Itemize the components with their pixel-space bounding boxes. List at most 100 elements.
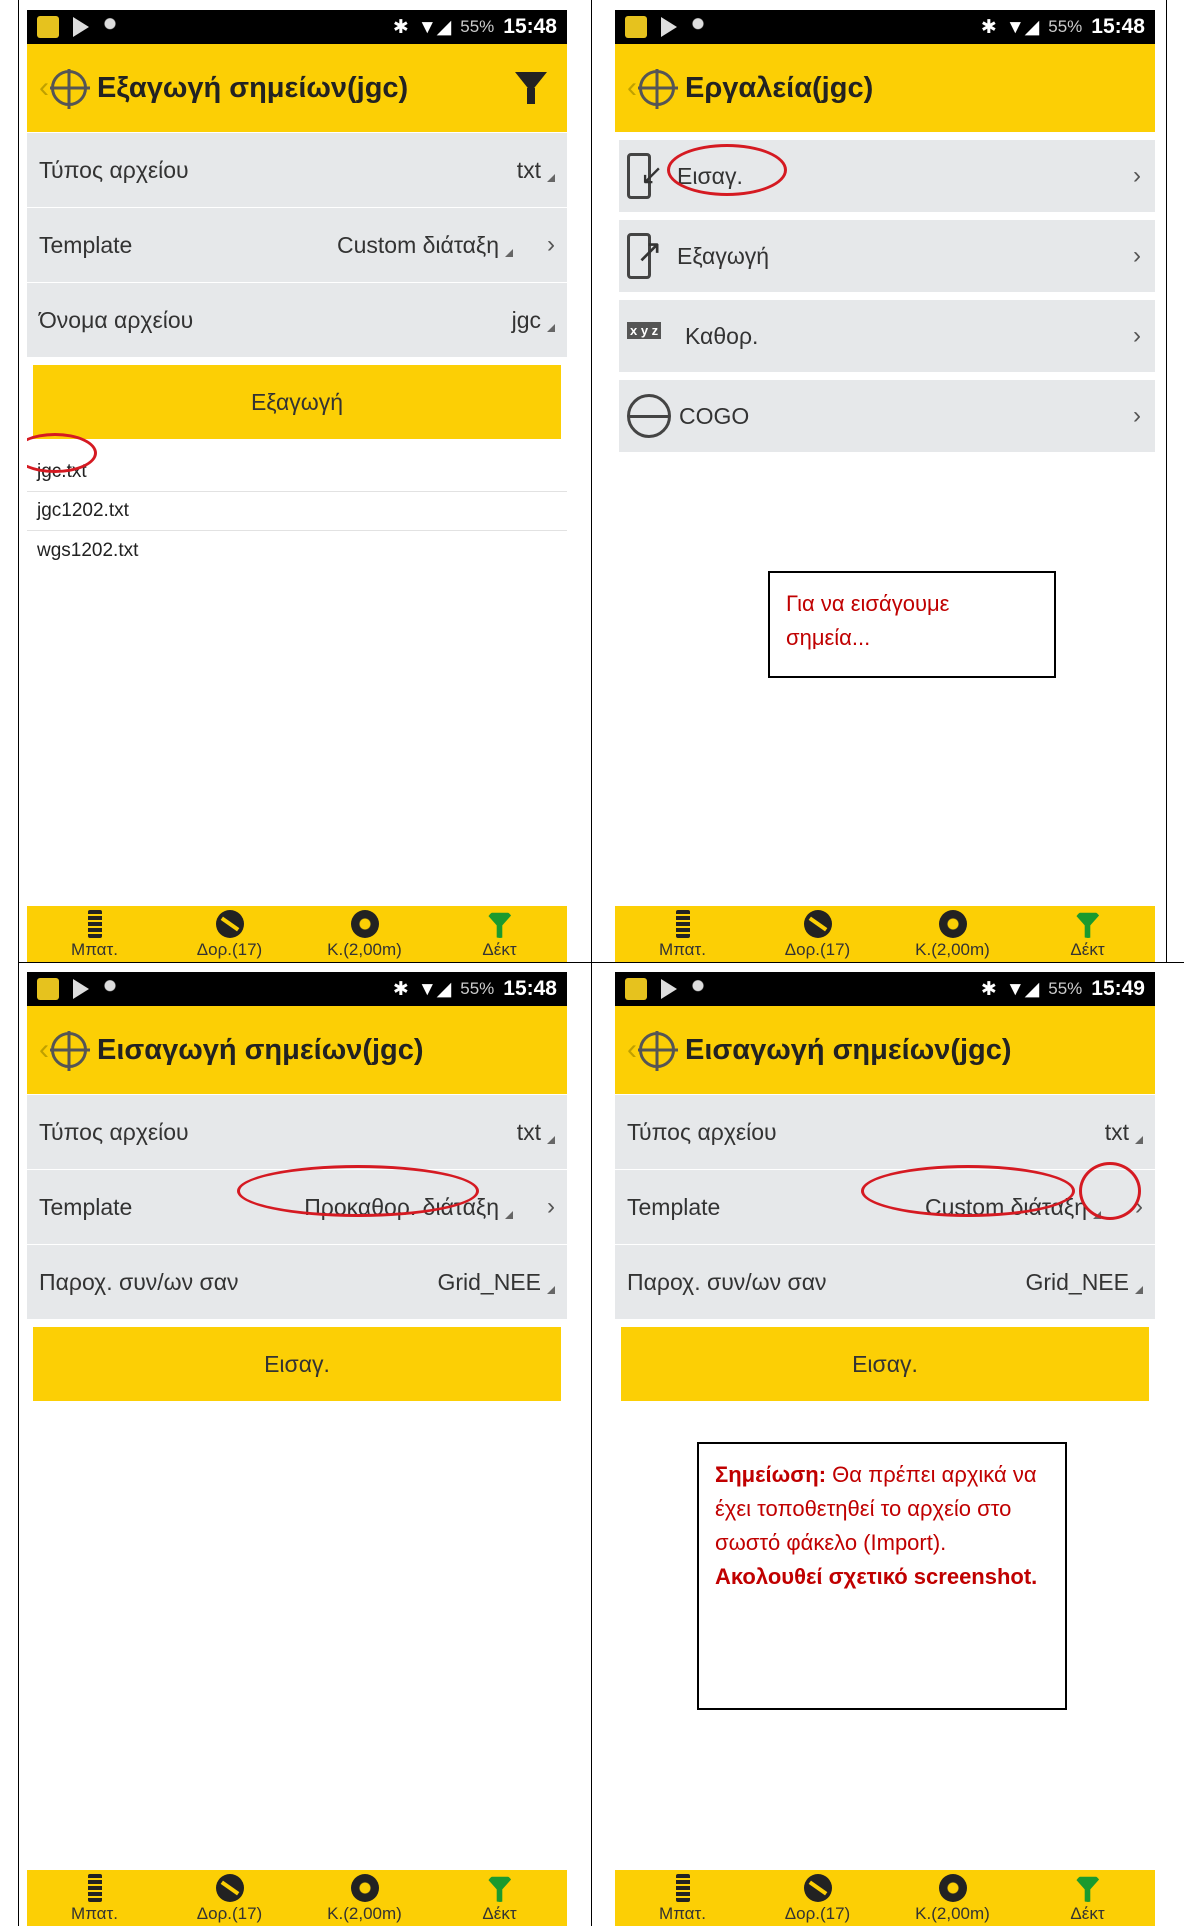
panel-export: ✱ ▼◢ 55% 15:48 ‹ Εξαγωγή σημείων(jgc) Τύπος… <box>27 10 567 962</box>
location-icon <box>103 16 117 38</box>
import-button[interactable]: Εισαγ. <box>33 1327 561 1401</box>
record-icon <box>350 910 379 938</box>
battery-percent: 55% <box>1048 979 1083 998</box>
record-label: Κ.(2,00m) <box>915 940 990 959</box>
satellite-icon <box>803 1874 832 1902</box>
battery-percent: 55% <box>1048 17 1083 36</box>
receiver-status[interactable]: Δέκτ <box>440 1874 560 1924</box>
import-button[interactable]: Εισαγ. <box>621 1327 1149 1401</box>
export-button[interactable]: Εξαγωγή <box>33 365 561 439</box>
battery-icon <box>675 1874 690 1902</box>
record-status[interactable]: Κ.(2,00m) <box>305 1874 425 1924</box>
location-icon <box>691 978 705 1000</box>
status-bar: ✱ ▼◢ 55% 15:48 <box>615 10 1155 44</box>
battery-status[interactable]: Μπατ. <box>623 910 743 960</box>
note-bold: Σημείωση: <box>715 1462 827 1487</box>
page-title: Εισαγωγή σημείων(jgc) <box>685 1033 1012 1066</box>
crosshair-icon <box>639 1032 675 1068</box>
row-value: txt <box>516 156 541 183</box>
dropdown-icon <box>547 174 555 182</box>
annotation-note: Σημείωση: Θα πρέπει αρχικά να έχει τοποθ… <box>697 1442 1067 1710</box>
record-icon <box>350 1874 379 1902</box>
satellite-status[interactable]: Δορ.(17) <box>758 1874 878 1924</box>
row-label: Τύπος αρχείου <box>627 1118 777 1145</box>
file-type-row[interactable]: Τύπος αρχείου txt <box>27 133 567 207</box>
play-icon <box>73 979 89 999</box>
record-label: Κ.(2,00m) <box>915 1904 990 1923</box>
list-item[interactable]: jgc.txt <box>27 453 567 492</box>
chevron-right-icon: › <box>1133 402 1141 429</box>
signal-icon: ▼◢ <box>1005 978 1040 1000</box>
back-chevron-icon[interactable]: ‹ <box>39 71 49 105</box>
antenna-icon <box>1073 1876 1102 1902</box>
bluetooth-icon: ✱ <box>392 978 409 1000</box>
record-status[interactable]: Κ.(2,00m) <box>893 1874 1013 1924</box>
satellite-status[interactable]: Δορ.(17) <box>758 910 878 960</box>
row-value: txt <box>1104 1118 1129 1145</box>
battery-icon <box>87 1874 102 1902</box>
coords-row[interactable]: Παροχ. συν/ων σαν Grid_NEE <box>27 1245 567 1319</box>
file-type-row[interactable]: Τύπος αρχείου txt <box>615 1095 1155 1169</box>
image-icon <box>37 16 59 38</box>
page-title: Εργαλεία(jgc) <box>685 71 874 104</box>
receiver-label: Δέκτ <box>482 1904 517 1923</box>
bottom-bar: Μπατ. Δορ.(17) Κ.(2,00m) Δέκτ <box>27 906 567 962</box>
import-icon <box>627 153 663 199</box>
page-title: Εισαγωγή σημείων(jgc) <box>97 1033 424 1066</box>
tool-cogo[interactable]: COGO › <box>619 380 1155 452</box>
export-icon <box>627 232 663 279</box>
receiver-status[interactable]: Δέκτ <box>1028 910 1148 960</box>
receiver-label: Δέκτ <box>482 940 517 959</box>
satellite-label: Δορ.(17) <box>196 1904 263 1923</box>
location-icon <box>103 978 117 1000</box>
chevron-right-icon[interactable]: › <box>547 231 555 259</box>
row-label: Template <box>39 231 133 258</box>
status-bar: ✱ ▼◢ 55% 15:49 <box>615 972 1155 1006</box>
receiver-status[interactable]: Δέκτ <box>440 910 560 960</box>
tool-define[interactable]: x y z Καθορ. › <box>619 300 1155 372</box>
divider <box>18 962 1184 963</box>
satellite-icon <box>803 910 832 938</box>
signal-icon: ▼◢ <box>1005 16 1040 38</box>
record-status[interactable]: Κ.(2,00m) <box>893 910 1013 960</box>
bottom-bar: Μπατ. Δορ.(17) Κ.(2,00m) Δέκτ <box>27 1870 567 1926</box>
app-header: ‹ Εισαγωγή σημείων(jgc) <box>615 1006 1155 1094</box>
bluetooth-icon: ✱ <box>980 16 997 38</box>
tool-export[interactable]: Εξαγωγή › <box>619 220 1155 292</box>
filter-icon[interactable] <box>515 72 547 104</box>
dropdown-icon <box>1135 1136 1143 1144</box>
back-chevron-icon[interactable]: ‹ <box>627 71 637 105</box>
file-type-row[interactable]: Τύπος αρχείου txt <box>27 1095 567 1169</box>
dropdown-icon <box>547 324 555 332</box>
receiver-status[interactable]: Δέκτ <box>1028 1874 1148 1924</box>
tool-label: Καθορ. <box>685 322 759 349</box>
receiver-label: Δέκτ <box>1070 940 1105 959</box>
file-name-row[interactable]: Όνομα αρχείου jgc <box>27 283 567 357</box>
antenna-icon <box>485 912 514 938</box>
chevron-right-icon: › <box>1133 322 1141 349</box>
row-label: Template <box>627 1193 721 1220</box>
satellite-status[interactable]: Δορ.(17) <box>170 910 290 960</box>
divider <box>1166 0 1167 962</box>
crosshair-icon <box>51 70 87 106</box>
chevron-right-icon[interactable]: › <box>547 1193 555 1221</box>
template-row[interactable]: Template Custom διάταξη › <box>27 208 567 282</box>
record-status[interactable]: Κ.(2,00m) <box>305 910 425 960</box>
battery-status[interactable]: Μπατ. <box>35 1874 155 1924</box>
satellite-status[interactable]: Δορ.(17) <box>170 1874 290 1924</box>
bottom-bar: Μπατ. Δορ.(17) Κ.(2,00m) Δέκτ <box>615 906 1155 962</box>
coords-row[interactable]: Παροχ. συν/ων σαν Grid_NEE <box>615 1245 1155 1319</box>
battery-status[interactable]: Μπατ. <box>35 910 155 960</box>
dropdown-icon <box>1135 1286 1143 1294</box>
row-value: Grid_NEE <box>1025 1268 1129 1295</box>
status-bar: ✱ ▼◢ 55% 15:48 <box>27 972 567 1006</box>
back-chevron-icon[interactable]: ‹ <box>39 1033 49 1067</box>
battery-status[interactable]: Μπατ. <box>623 1874 743 1924</box>
satellite-label: Δορ.(17) <box>784 940 851 959</box>
panel-import-default: ✱ ▼◢ 55% 15:48 ‹ Εισαγωγή σημείων(jgc) Τύπο… <box>27 972 567 1926</box>
annotation-note: Για να εισάγουμε σημεία... <box>768 571 1056 678</box>
battery-icon <box>87 910 102 938</box>
list-item[interactable]: wgs1202.txt <box>27 531 567 570</box>
back-chevron-icon[interactable]: ‹ <box>627 1033 637 1067</box>
list-item[interactable]: jgc1202.txt <box>27 492 567 531</box>
